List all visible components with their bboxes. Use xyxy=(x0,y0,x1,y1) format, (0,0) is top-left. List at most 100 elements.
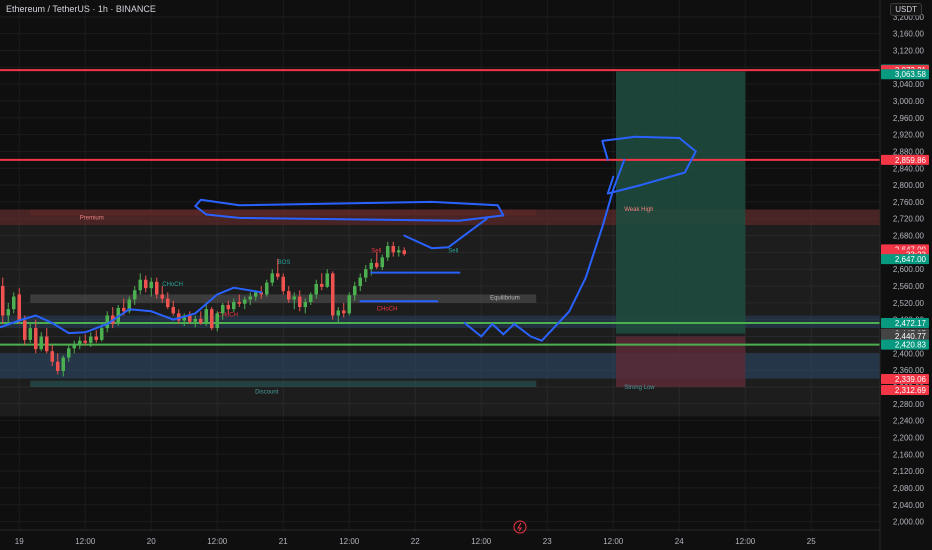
candle-body xyxy=(187,315,192,322)
candle-body xyxy=(385,246,390,258)
price-tick-label: 2,800.00 xyxy=(893,181,925,190)
candle-body xyxy=(226,304,231,310)
candle-body xyxy=(55,361,60,371)
candle-body xyxy=(22,320,27,340)
candle-body xyxy=(28,328,33,340)
candle-body xyxy=(77,340,82,345)
candle-body xyxy=(138,279,143,291)
candle-body xyxy=(50,351,55,362)
target-zone xyxy=(616,71,746,334)
price-axis[interactable]: 2,000.00 2,040.00 2,080.00 2,120.00 2,160.00… xyxy=(879,0,932,550)
candle-body xyxy=(292,296,297,300)
candle-body xyxy=(325,273,330,287)
strong-low-label: Strong Low xyxy=(624,385,655,391)
price-badge-label: 2,859.86 xyxy=(895,156,927,165)
price-tick-label: 2,200.00 xyxy=(893,433,925,442)
demand-zone xyxy=(0,315,880,329)
time-axis[interactable]: 19 12:00 20 12:00 21 12:00 22 12:00 23 12:00 24 12:… xyxy=(0,520,880,546)
structure-label: Sell xyxy=(448,248,458,254)
premium-label: Premium xyxy=(80,216,104,222)
candle-body xyxy=(66,348,71,358)
candle-body xyxy=(33,328,38,350)
candle-body xyxy=(198,318,203,324)
candle-body xyxy=(231,302,236,310)
candle-body xyxy=(253,292,258,297)
candle-body xyxy=(193,318,198,322)
candle-body xyxy=(149,281,154,289)
candle-body xyxy=(248,296,253,300)
candle-body xyxy=(314,283,319,295)
equilibrium-label: Equilibrium xyxy=(490,295,520,301)
time-tick-label: 25 xyxy=(807,537,816,546)
chart-title: Ethereum / TetherUS · 1h · BINANCE xyxy=(6,4,156,14)
candle-body xyxy=(88,336,93,343)
candle-body xyxy=(0,286,5,316)
candle-body xyxy=(165,298,170,308)
price-tick-label: 2,240.00 xyxy=(893,417,925,426)
equilibrium-zone xyxy=(30,294,537,303)
structure-label: CHoCH xyxy=(162,282,183,288)
price-tick-label: 2,840.00 xyxy=(893,164,925,173)
candle-body xyxy=(121,307,126,312)
price-badge-label: 3,063.58 xyxy=(895,70,927,79)
candle-body xyxy=(347,295,352,314)
price-tick-label: 2,720.00 xyxy=(893,215,925,224)
time-tick-label: 12:00 xyxy=(471,537,492,546)
price-tick-label: 2,920.00 xyxy=(893,131,925,140)
price-tick-label: 2,120.00 xyxy=(893,467,925,476)
discount-zone xyxy=(0,353,880,379)
candle-body xyxy=(352,286,357,296)
candle-body xyxy=(171,307,176,314)
candle-body xyxy=(391,246,396,253)
price-tick-label: 3,000.00 xyxy=(893,97,925,106)
candle-body xyxy=(380,257,385,268)
candle-body xyxy=(99,328,104,340)
weak-high-label: Weak High xyxy=(624,207,653,213)
structure-label: CHoCH xyxy=(217,312,238,318)
candle-body xyxy=(402,250,407,255)
price-tick-label: 2,160.00 xyxy=(893,450,925,459)
candle-body xyxy=(237,302,242,304)
candle-body xyxy=(264,282,269,295)
price-badge-label: 2,420.83 xyxy=(895,341,927,350)
candle-body xyxy=(369,262,374,270)
time-tick-label: 21 xyxy=(279,537,288,546)
candle-body xyxy=(330,273,335,316)
candle-body xyxy=(281,276,286,292)
price-tick-label: 2,040.00 xyxy=(893,501,925,510)
price-tick-label: 2,360.00 xyxy=(893,366,925,375)
time-tick-label: 12:00 xyxy=(207,537,228,546)
time-tick-label: 12:00 xyxy=(75,537,96,546)
candle-body xyxy=(105,315,110,329)
smc-zones: Premium Equilibrium Discount Weak High Stron… xyxy=(0,69,880,417)
candle-body xyxy=(143,279,148,289)
price-tick-label: 3,120.00 xyxy=(893,46,925,55)
price-badge-label: 2,339.06 xyxy=(895,375,927,384)
candle-body xyxy=(242,299,247,304)
candle-body xyxy=(11,296,16,310)
candlestick-chart[interactable]: Premium Equilibrium Discount Weak High Stron… xyxy=(0,0,932,550)
candle-body xyxy=(374,262,379,268)
candle-body xyxy=(396,250,401,253)
candle-body xyxy=(363,269,368,278)
candle-body xyxy=(220,304,225,314)
price-badge-label: 2,647.00 xyxy=(895,255,927,264)
candle-body xyxy=(297,296,302,308)
currency-button[interactable]: USDT xyxy=(890,3,922,16)
candle-body xyxy=(154,281,159,295)
candle-body xyxy=(39,336,44,350)
price-tick-label: 2,680.00 xyxy=(893,232,925,241)
price-badge-label: 2,312.69 xyxy=(895,386,927,395)
candle-body xyxy=(72,344,77,349)
candle-body xyxy=(6,309,11,316)
candle-body xyxy=(204,309,209,324)
structure-label: CHoCH xyxy=(377,306,398,312)
price-tick-label: 2,560.00 xyxy=(893,282,925,291)
discount-zone-inner xyxy=(30,380,537,387)
candle-body xyxy=(308,294,313,303)
price-tick-label: 2,760.00 xyxy=(893,198,925,207)
discount-label: Discount xyxy=(255,390,279,396)
price-tick-label: 3,160.00 xyxy=(893,30,925,39)
candle-body xyxy=(94,336,99,340)
time-tick-label: 24 xyxy=(675,537,684,546)
